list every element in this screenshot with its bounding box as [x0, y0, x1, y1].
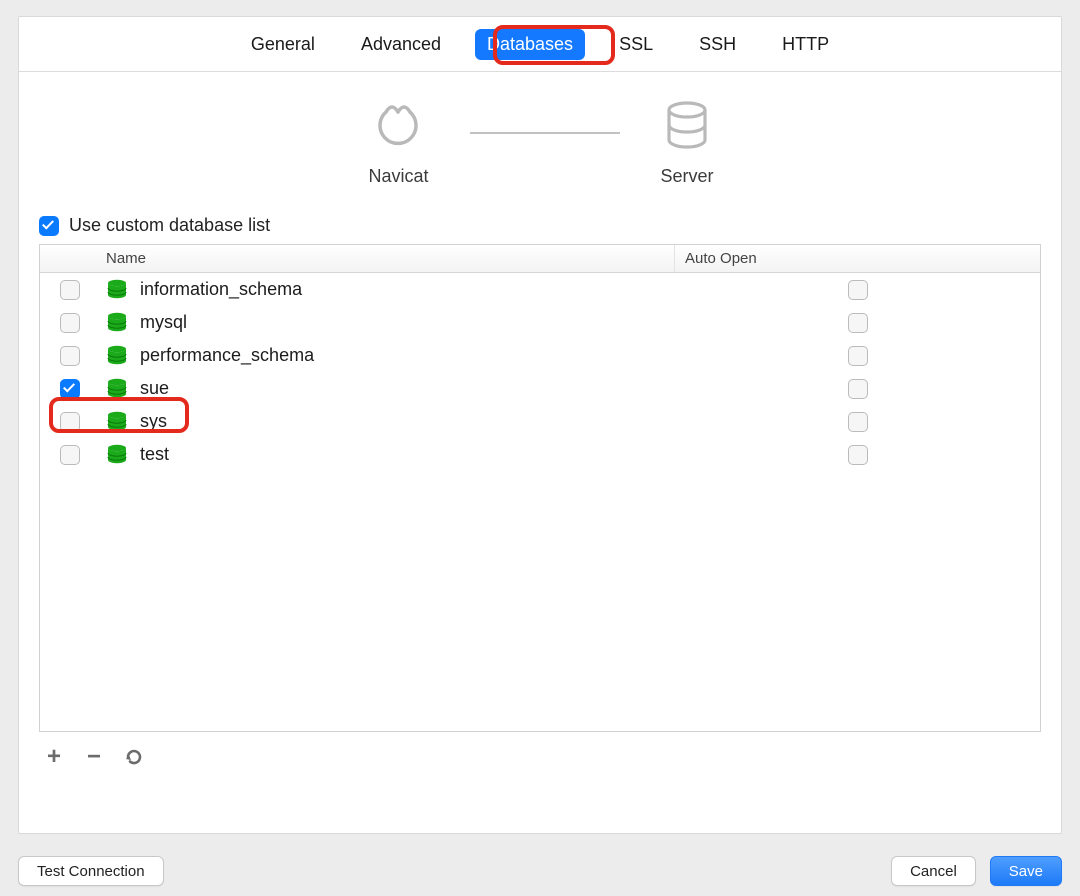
database-icon [106, 378, 128, 400]
tab-general[interactable]: General [239, 29, 327, 60]
refresh-button[interactable] [123, 746, 145, 768]
row-db-name: performance_schema [140, 345, 314, 366]
row-include-checkbox[interactable] [60, 346, 80, 366]
client-side: Navicat [366, 100, 430, 187]
connection-illustration: Navicat Server [19, 72, 1061, 197]
database-icon [106, 312, 128, 334]
table-row[interactable]: mysql [40, 306, 1040, 339]
database-icon [106, 444, 128, 466]
database-icon [106, 279, 128, 301]
table-row[interactable]: performance_schema [40, 339, 1040, 372]
connection-settings-window: General Advanced Databases SSL SSH HTTP … [18, 16, 1062, 834]
row-include-checkbox[interactable] [60, 379, 80, 399]
dialog-footer: Test Connection Cancel Save [0, 846, 1080, 896]
refresh-icon [124, 747, 144, 767]
use-custom-list-checkbox[interactable] [39, 216, 59, 236]
list-toolbar: + − [19, 732, 1061, 768]
row-db-name: sys [140, 411, 167, 432]
row-auto-open-checkbox[interactable] [848, 412, 868, 432]
tab-bar: General Advanced Databases SSL SSH HTTP [19, 17, 1061, 72]
remove-button[interactable]: − [83, 746, 105, 768]
database-icon [106, 345, 128, 367]
row-auto-open-checkbox[interactable] [848, 313, 868, 333]
row-auto-open-checkbox[interactable] [848, 379, 868, 399]
add-button[interactable]: + [43, 746, 65, 768]
row-include-checkbox[interactable] [60, 412, 80, 432]
col-header-auto-open[interactable]: Auto Open [675, 245, 1040, 272]
cancel-button[interactable]: Cancel [891, 856, 976, 886]
use-custom-list-row: Use custom database list [19, 197, 1061, 244]
table-row[interactable]: sys [40, 405, 1040, 438]
database-table: Name Auto Open information_schema [39, 244, 1041, 732]
row-include-checkbox[interactable] [60, 280, 80, 300]
save-button[interactable]: Save [990, 856, 1062, 886]
navicat-icon [366, 100, 430, 156]
table-row[interactable]: sue [40, 372, 1040, 405]
row-include-checkbox[interactable] [60, 445, 80, 465]
tab-ssh[interactable]: SSH [687, 29, 748, 60]
server-label: Server [660, 166, 713, 187]
table-row[interactable]: test [40, 438, 1040, 471]
row-include-checkbox[interactable] [60, 313, 80, 333]
connection-line [470, 132, 620, 134]
row-auto-open-checkbox[interactable] [848, 280, 868, 300]
row-auto-open-checkbox[interactable] [848, 445, 868, 465]
tab-databases[interactable]: Databases [475, 29, 585, 60]
tab-ssl[interactable]: SSL [607, 29, 665, 60]
row-db-name: sue [140, 378, 169, 399]
use-custom-list-label: Use custom database list [69, 215, 270, 236]
col-header-name[interactable]: Name [100, 245, 675, 272]
row-db-name: test [140, 444, 169, 465]
row-auto-open-checkbox[interactable] [848, 346, 868, 366]
table-row[interactable]: information_schema [40, 273, 1040, 306]
database-icon [106, 411, 128, 433]
table-body: information_schema mysql [40, 273, 1040, 471]
tab-advanced[interactable]: Advanced [349, 29, 453, 60]
server-side: Server [660, 100, 713, 187]
server-icon [663, 100, 711, 156]
row-db-name: mysql [140, 312, 187, 333]
test-connection-button[interactable]: Test Connection [18, 856, 164, 886]
row-db-name: information_schema [140, 279, 302, 300]
table-header: Name Auto Open [40, 245, 1040, 273]
client-label: Navicat [368, 166, 428, 187]
tab-http[interactable]: HTTP [770, 29, 841, 60]
